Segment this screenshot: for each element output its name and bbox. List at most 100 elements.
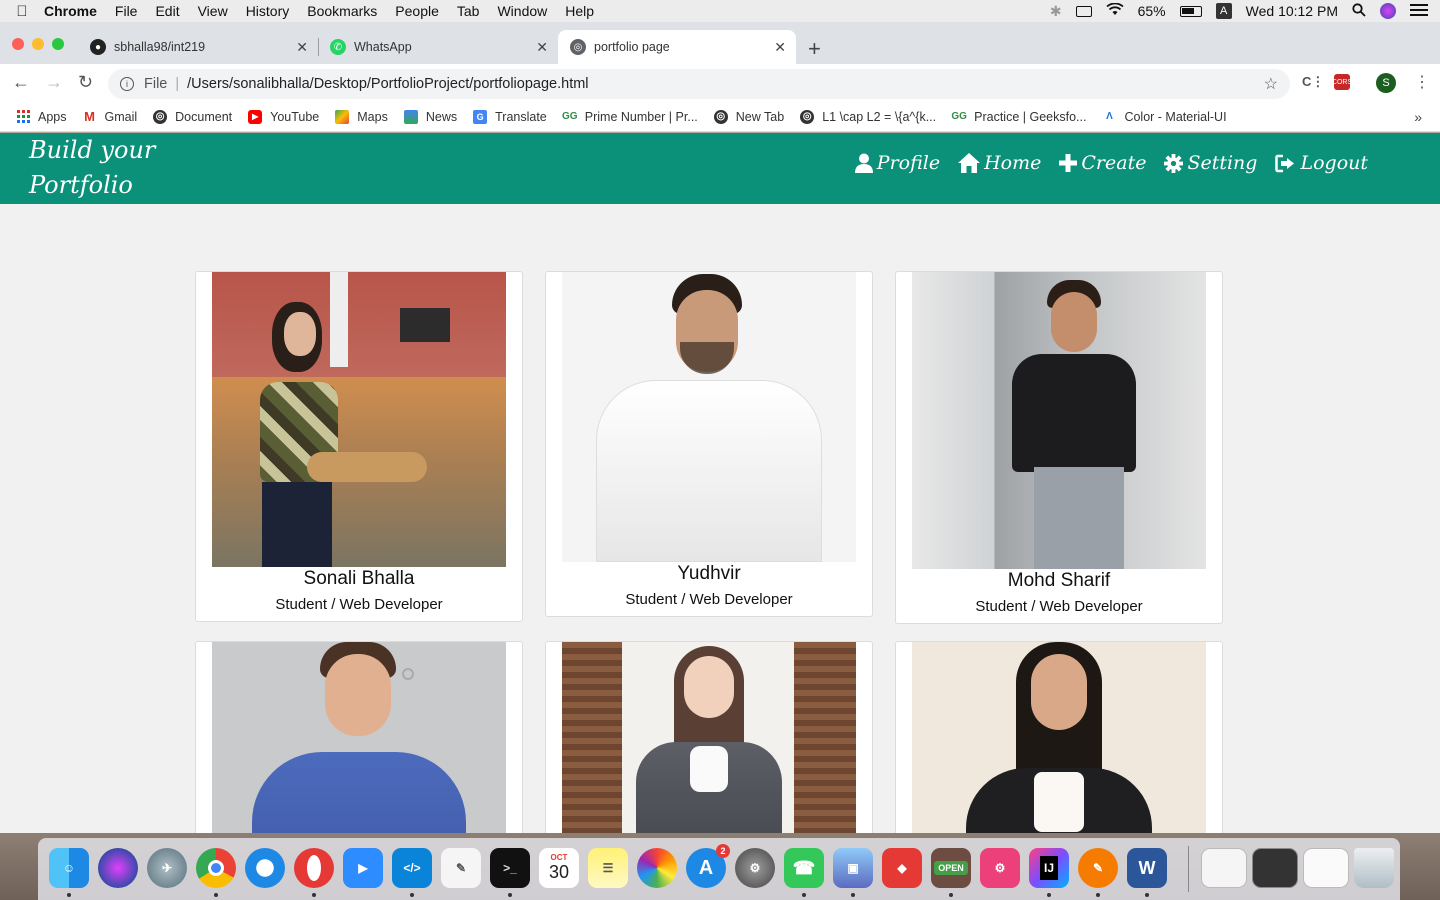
minimized-window-icon[interactable] [1252, 848, 1298, 888]
menu-history[interactable]: History [246, 3, 290, 19]
zoom-icon[interactable]: ▶ [343, 848, 383, 888]
menu-view[interactable]: View [198, 3, 228, 19]
word-icon[interactable]: W [1127, 848, 1167, 888]
tab-github[interactable]: ● sbhalla98/int219 ✕ [78, 30, 318, 64]
bookmark-maps[interactable]: Maps [335, 109, 388, 124]
minimize-window-button[interactable] [32, 38, 44, 50]
bookmark-material-ui[interactable]: Λ Color - Material-UI [1102, 110, 1226, 124]
profile-card[interactable] [195, 641, 523, 833]
url-text[interactable]: /Users/sonalibhalla/Desktop/PortfolioPro… [187, 76, 588, 92]
profile-card[interactable] [895, 641, 1223, 833]
site-brand[interactable]: Build your Portfolio [29, 133, 179, 203]
bookmark-star-icon[interactable]: ☆ [1264, 74, 1278, 94]
siri-icon[interactable] [1380, 3, 1396, 19]
close-tab-icon[interactable]: ✕ [536, 39, 548, 56]
reload-icon[interactable]: ↻ [78, 72, 93, 93]
profile-card[interactable] [545, 641, 873, 833]
tab-portfolio-page[interactable]: ◎ portfolio page ✕ [558, 30, 796, 64]
menu-window[interactable]: Window [497, 3, 547, 19]
vscode-icon[interactable]: </> [392, 848, 432, 888]
calendar-day: 30 [548, 862, 570, 882]
battery-icon[interactable] [1179, 5, 1202, 17]
minimized-window-icon[interactable] [1303, 848, 1349, 888]
anydesk-icon[interactable]: ◆ [882, 848, 922, 888]
minimized-window-icon[interactable] [1201, 848, 1247, 888]
photos-icon[interactable] [637, 848, 677, 888]
close-tab-icon[interactable]: ✕ [774, 39, 786, 56]
bookmark-l1-cap-l2[interactable]: ◎ L1 \cap L2 = \{a^{k... [800, 109, 936, 124]
notes-icon[interactable]: ☰ [588, 848, 628, 888]
archive-utility-icon[interactable]: ⚙ [980, 848, 1020, 888]
wifi-icon[interactable] [1106, 2, 1124, 19]
menu-file[interactable]: File [115, 3, 138, 19]
spotlight-search-icon[interactable] [1352, 2, 1366, 20]
terminal-icon[interactable]: >_ [490, 848, 530, 888]
cors-extension-icon[interactable]: CORS [1332, 74, 1352, 90]
bookmark-practice-geeks[interactable]: GG Practice | Geeksfo... [951, 110, 1086, 124]
nav-setting[interactable]: Setting [1164, 152, 1257, 174]
address-bar[interactable]: i File | /Users/sonalibhalla/Desktop/Por… [108, 69, 1290, 99]
new-tab-button[interactable]: + [808, 36, 821, 62]
more-bookmarks-icon[interactable]: » [1414, 109, 1422, 125]
safari-icon[interactable] [245, 848, 285, 888]
finder-icon[interactable]: ☺ [49, 848, 89, 888]
menu-bookmarks[interactable]: Bookmarks [307, 3, 377, 19]
nav-home[interactable]: Home [958, 152, 1041, 174]
menu-edit[interactable]: Edit [155, 3, 179, 19]
unarchiver-icon[interactable]: OPEN [931, 848, 971, 888]
bookmark-document[interactable]: ◎ Document [153, 109, 232, 124]
facetime-icon[interactable]: ☎ [784, 848, 824, 888]
battery-percent[interactable]: 65% [1138, 3, 1166, 19]
nav-create[interactable]: Create [1059, 152, 1146, 174]
profile-photo [912, 642, 1206, 833]
forward-arrow-icon[interactable]: → [45, 72, 63, 93]
chrome-menu-icon[interactable]: ⋮ [1414, 72, 1430, 92]
menu-people[interactable]: People [395, 3, 439, 19]
bookmark-apps[interactable]: Apps [16, 110, 67, 124]
trash-icon[interactable] [1354, 848, 1394, 888]
system-preferences-icon[interactable]: ⚙ [735, 848, 775, 888]
profile-photo [562, 272, 856, 562]
profile-card[interactable]: Yudhvir Student / Web Developer [545, 271, 873, 617]
intellij-idea-icon[interactable]: IJ [1029, 848, 1069, 888]
nav-profile[interactable]: Profile [854, 152, 940, 174]
profile-avatar[interactable]: S [1376, 73, 1396, 93]
menu-app-chrome[interactable]: Chrome [44, 3, 97, 19]
menu-tab[interactable]: Tab [457, 3, 480, 19]
zoom-window-button[interactable] [52, 38, 64, 50]
preview-icon[interactable]: ▣ [833, 848, 873, 888]
calendar-icon[interactable]: OCT 30 [539, 848, 579, 888]
chrome-icon[interactable] [196, 848, 236, 888]
globe-icon: ◎ [800, 109, 815, 124]
app-store-icon[interactable]: A2 [686, 844, 730, 888]
bluetooth-icon[interactable]: ✱ [1050, 3, 1062, 20]
macos-menubar:  Chrome File Edit View History Bookmark… [0, 0, 1440, 22]
bookmark-youtube[interactable]: ▶ YouTube [248, 109, 319, 124]
opera-icon[interactable] [294, 848, 334, 888]
apple-menu-icon[interactable]:  [0, 3, 44, 20]
clock[interactable]: Wed 10:12 PM [1246, 3, 1338, 19]
bookmark-label: News [425, 109, 458, 124]
site-info-icon[interactable]: i [120, 77, 134, 91]
nav-logout[interactable]: Logout [1275, 152, 1368, 174]
tab-whatsapp[interactable]: ✆ WhatsApp ✕ [318, 30, 558, 64]
keyboard-icon[interactable] [1075, 5, 1092, 17]
profile-card[interactable]: Mohd Sharif Student / Web Developer [895, 271, 1223, 624]
textedit-icon[interactable]: ✎ [441, 848, 481, 888]
bookmark-prime-number[interactable]: GG Prime Number | Pr... [562, 110, 698, 124]
bookmark-translate[interactable]: G Translate [473, 109, 547, 124]
back-arrow-icon[interactable]: ← [12, 72, 30, 93]
siri-icon[interactable] [98, 848, 138, 888]
notification-center-icon[interactable] [1410, 3, 1428, 20]
bookmark-gmail[interactable]: M Gmail [83, 109, 137, 124]
sublime-icon[interactable]: ✎ [1078, 848, 1118, 888]
launchpad-icon[interactable]: ✈ [147, 848, 187, 888]
profile-card[interactable]: Sonali Bhalla Student / Web Developer [195, 271, 523, 622]
close-window-button[interactable] [12, 38, 24, 50]
bookmark-new-tab[interactable]: ◎ New Tab [713, 109, 784, 124]
bookmark-news[interactable]: News [403, 109, 458, 124]
extension-icon[interactable]: C⋮ [1302, 74, 1324, 90]
input-source-indicator[interactable]: A [1215, 3, 1232, 19]
menu-help[interactable]: Help [565, 3, 594, 19]
close-tab-icon[interactable]: ✕ [296, 39, 308, 56]
